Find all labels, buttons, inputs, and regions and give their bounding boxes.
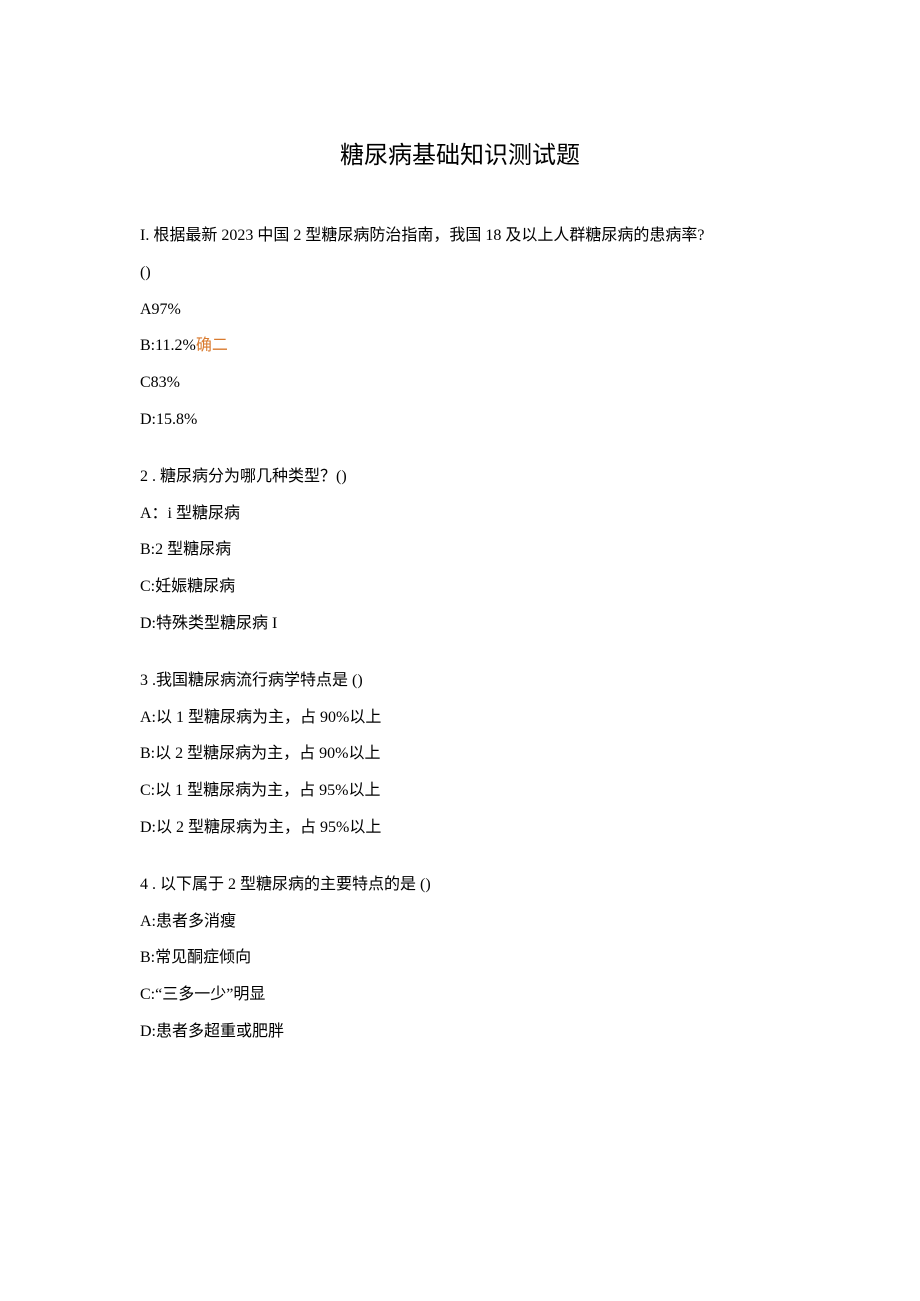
page-title: 糖尿病基础知识测试题 bbox=[140, 135, 780, 170]
q2-option-c: C:妊娠糖尿病 bbox=[140, 569, 780, 606]
q1-option-a: A97% bbox=[140, 292, 780, 329]
question-3: 3 .我国糖尿病流行病学特点是 () A:以 1 型糖尿病为主，占 90%以上 … bbox=[140, 663, 780, 847]
question-2: 2 . 糖尿病分为哪几种类型？() A：i 型糖尿病 B:2 型糖尿病 C:妊娠… bbox=[140, 459, 780, 643]
question-4: 4 . 以下属于 2 型糖尿病的主要特点的是 () A:患者多消瘦 B:常见酮症… bbox=[140, 867, 780, 1051]
q2-option-b: B:2 型糖尿病 bbox=[140, 532, 780, 569]
q3-option-b: B:以 2 型糖尿病为主，占 90%以上 bbox=[140, 736, 780, 773]
question-1: I. 根据最新 2023 中国 2 型糖尿病防治指南，我国 18 及以上人群糖尿… bbox=[140, 218, 780, 439]
q1-stem-line2: () bbox=[140, 255, 780, 292]
q1-stem-line1: I. 根据最新 2023 中国 2 型糖尿病防治指南，我国 18 及以上人群糖尿… bbox=[140, 218, 780, 255]
q3-option-a: A:以 1 型糖尿病为主，占 90%以上 bbox=[140, 700, 780, 737]
q4-option-c: C:“三多一少”明显 bbox=[140, 977, 780, 1014]
q2-option-a: A：i 型糖尿病 bbox=[140, 496, 780, 533]
q4-option-d: D:患者多超重或肥胖 bbox=[140, 1014, 780, 1051]
q2-option-d: D:特殊类型糖尿病 I bbox=[140, 606, 780, 643]
q1-option-b-text: B:11.2% bbox=[140, 337, 196, 354]
q4-option-b: B:常见酮症倾向 bbox=[140, 940, 780, 977]
q4-option-a: A:患者多消瘦 bbox=[140, 904, 780, 941]
q1-option-c: C83% bbox=[140, 365, 780, 402]
q4-stem: 4 . 以下属于 2 型糖尿病的主要特点的是 () bbox=[140, 867, 780, 904]
q1-option-b: B:11.2%确二 bbox=[140, 328, 780, 365]
q3-option-c: C:以 1 型糖尿病为主，占 95%以上 bbox=[140, 773, 780, 810]
q3-option-d: D:以 2 型糖尿病为主，占 95%以上 bbox=[140, 810, 780, 847]
q2-stem: 2 . 糖尿病分为哪几种类型？() bbox=[140, 459, 780, 496]
q3-stem: 3 .我国糖尿病流行病学特点是 () bbox=[140, 663, 780, 700]
q1-option-d: D:15.8% bbox=[140, 402, 780, 439]
document-page: 糖尿病基础知识测试题 I. 根据最新 2023 中国 2 型糖尿病防治指南，我国… bbox=[0, 0, 920, 1051]
q1-option-b-mark: 确二 bbox=[196, 337, 228, 354]
